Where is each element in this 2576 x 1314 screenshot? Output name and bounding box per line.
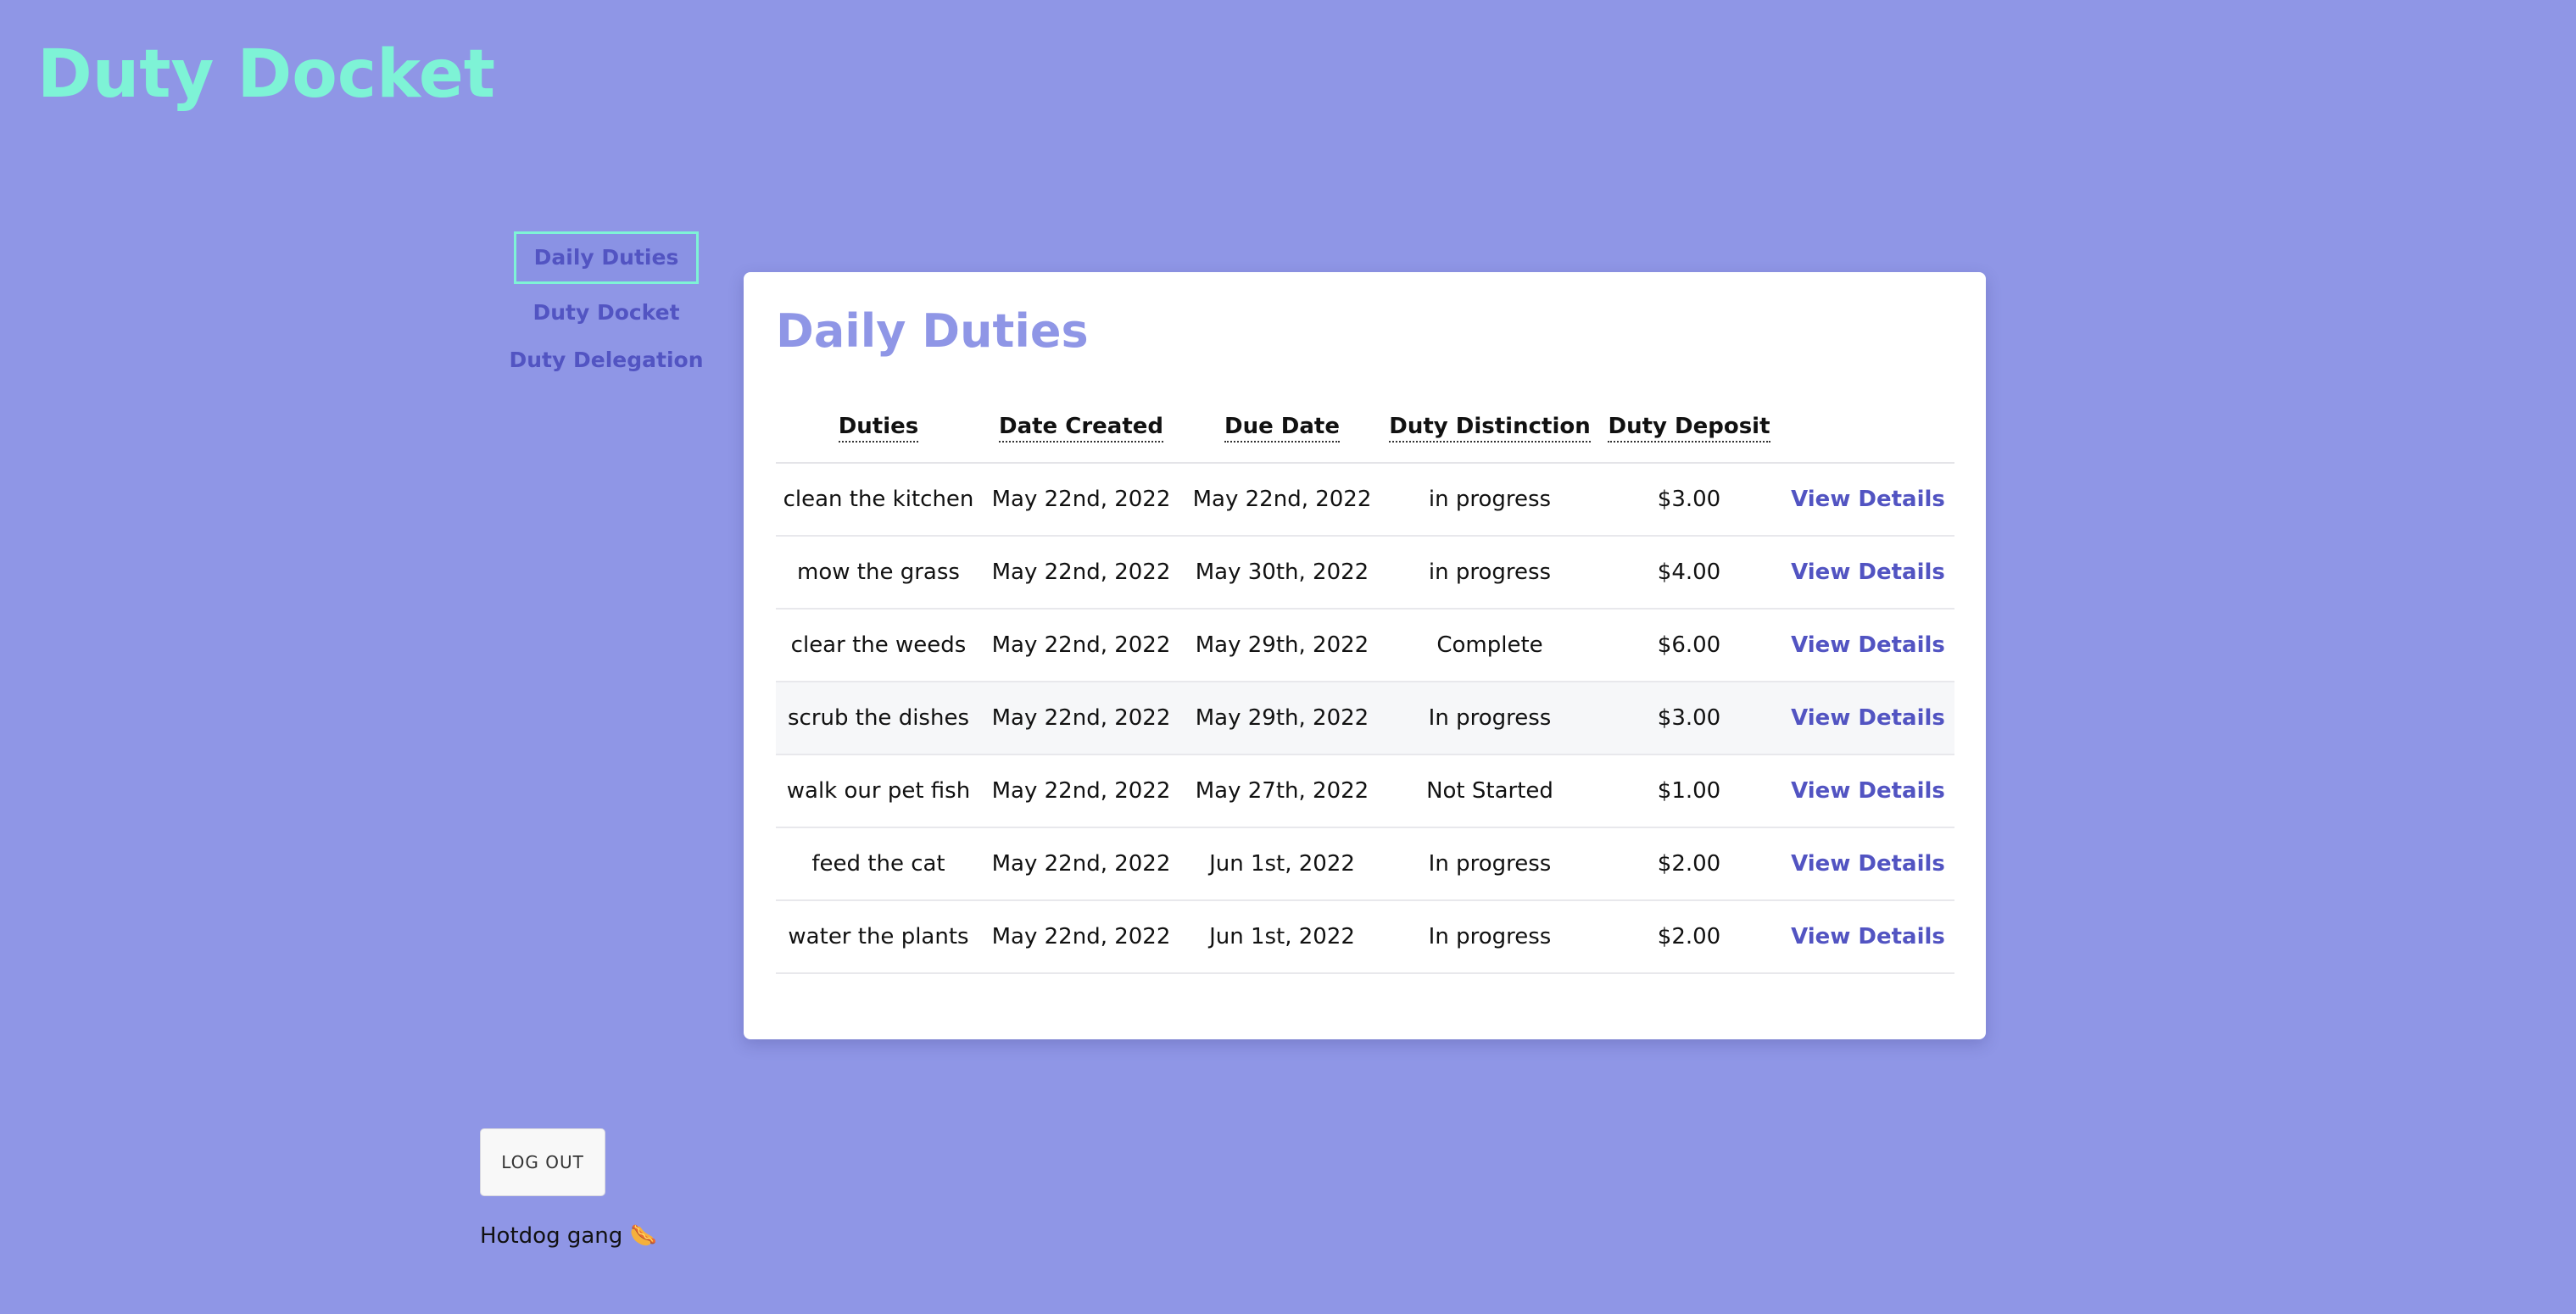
cell-duty: scrub the dishes (776, 682, 981, 755)
cell-duty: clear the weeds (776, 609, 981, 682)
table-row: water the plants May 22nd, 2022 Jun 1st,… (776, 900, 1954, 974)
column-header-due-date[interactable]: Due Date (1181, 391, 1383, 464)
cell-due-date: May 29th, 2022 (1181, 609, 1383, 682)
cell-due-date: May 27th, 2022 (1181, 754, 1383, 828)
cell-deposit: $2.00 (1597, 827, 1781, 901)
cell-date-created: May 22nd, 2022 (981, 463, 1181, 537)
view-details-link[interactable]: View Details (1791, 778, 1945, 804)
cell-action: View Details (1781, 536, 1954, 610)
cell-deposit: $3.00 (1597, 682, 1781, 755)
cell-distinction: Complete (1383, 609, 1597, 682)
column-header-duty-distinction[interactable]: Duty Distinction (1383, 391, 1597, 464)
table-row: feed the cat May 22nd, 2022 Jun 1st, 202… (776, 827, 1954, 901)
cell-date-created: May 22nd, 2022 (981, 754, 1181, 828)
column-header-actions (1781, 391, 1954, 464)
cell-date-created: May 22nd, 2022 (981, 536, 1181, 610)
cell-deposit: $6.00 (1597, 609, 1781, 682)
column-header-label: Duty Distinction (1389, 414, 1591, 443)
table-row: walk our pet fish May 22nd, 2022 May 27t… (776, 754, 1954, 828)
cell-deposit: $1.00 (1597, 754, 1781, 828)
cell-deposit: $2.00 (1597, 900, 1781, 974)
cell-deposit: $3.00 (1597, 463, 1781, 537)
cell-distinction: in progress (1383, 536, 1597, 610)
view-details-link[interactable]: View Details (1791, 924, 1945, 949)
cell-distinction: In progress (1383, 827, 1597, 901)
column-header-label: Duties (838, 414, 919, 443)
column-header-label: Date Created (999, 414, 1163, 443)
cell-date-created: May 22nd, 2022 (981, 900, 1181, 974)
cell-duty: mow the grass (776, 536, 981, 610)
cell-action: View Details (1781, 463, 1954, 537)
view-details-link[interactable]: View Details (1791, 632, 1945, 658)
cell-duty: feed the cat (776, 827, 981, 901)
cell-distinction: In progress (1383, 682, 1597, 755)
column-header-label: Duty Deposit (1608, 414, 1770, 443)
cell-due-date: May 29th, 2022 (1181, 682, 1383, 755)
cell-action: View Details (1781, 754, 1954, 828)
cell-action: View Details (1781, 609, 1954, 682)
cell-distinction: In progress (1383, 900, 1597, 974)
cell-duty: clean the kitchen (776, 463, 981, 537)
view-details-link[interactable]: View Details (1791, 560, 1945, 585)
table-row: mow the grass May 22nd, 2022 May 30th, 2… (776, 536, 1954, 610)
cell-date-created: May 22nd, 2022 (981, 609, 1181, 682)
cell-action: View Details (1781, 900, 1954, 974)
duties-table: Duties Date Created Due Date Duty Distin… (776, 391, 1954, 974)
nav-item-duty-docket[interactable]: Duty Docket (532, 292, 679, 333)
cell-due-date: May 22nd, 2022 (1181, 463, 1383, 537)
cell-duty: walk our pet fish (776, 754, 981, 828)
cell-action: View Details (1781, 682, 1954, 755)
cell-due-date: May 30th, 2022 (1181, 536, 1383, 610)
page-title: Daily Duties (776, 304, 1089, 358)
view-details-link[interactable]: View Details (1791, 851, 1945, 877)
side-nav: Daily Duties Duty Docket Duty Delegation (509, 231, 704, 381)
app-title: Duty Docket (37, 36, 496, 113)
cell-due-date: Jun 1st, 2022 (1181, 900, 1383, 974)
logout-button[interactable]: LOG OUT (480, 1128, 605, 1196)
footer-tagline: Hotdog gang 🌭 (480, 1223, 657, 1249)
table-header-row: Duties Date Created Due Date Duty Distin… (776, 391, 1954, 464)
table-row: clean the kitchen May 22nd, 2022 May 22n… (776, 463, 1954, 537)
cell-due-date: Jun 1st, 2022 (1181, 827, 1383, 901)
cell-duty: water the plants (776, 900, 981, 974)
nav-item-daily-duties[interactable]: Daily Duties (514, 231, 699, 284)
column-header-duties[interactable]: Duties (776, 391, 981, 464)
cell-deposit: $4.00 (1597, 536, 1781, 610)
view-details-link[interactable]: View Details (1791, 487, 1945, 512)
duties-card: Daily Duties Duties Date Created Due Dat… (744, 272, 1986, 1039)
cell-distinction: in progress (1383, 463, 1597, 537)
cell-date-created: May 22nd, 2022 (981, 682, 1181, 755)
view-details-link[interactable]: View Details (1791, 705, 1945, 731)
table-row: scrub the dishes May 22nd, 2022 May 29th… (776, 682, 1954, 755)
table-row: clear the weeds May 22nd, 2022 May 29th,… (776, 609, 1954, 682)
column-header-duty-deposit[interactable]: Duty Deposit (1597, 391, 1781, 464)
column-header-date-created[interactable]: Date Created (981, 391, 1181, 464)
column-header-label: Due Date (1224, 414, 1340, 443)
cell-distinction: Not Started (1383, 754, 1597, 828)
cell-action: View Details (1781, 827, 1954, 901)
cell-date-created: May 22nd, 2022 (981, 827, 1181, 901)
nav-item-duty-delegation[interactable]: Duty Delegation (510, 340, 704, 381)
